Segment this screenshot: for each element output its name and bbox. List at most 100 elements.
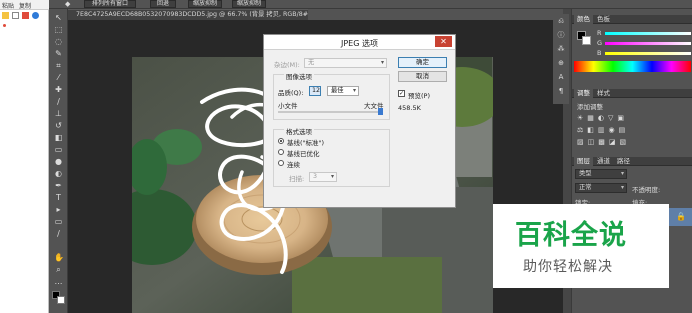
paragraph-panel-icon[interactable]: ¶	[556, 87, 566, 96]
blur-icon[interactable]: ●	[54, 157, 63, 166]
scans-select[interactable]: 3 ▾	[309, 172, 337, 182]
paste-menu-item[interactable]: 粘贴	[2, 3, 14, 9]
lock-icon: 🔒	[676, 212, 686, 221]
matte-label: 杂边(M):	[274, 61, 300, 69]
watermark-tagline: 助你轻松解决	[523, 259, 613, 275]
tab-color[interactable]: 颜色	[574, 15, 593, 24]
quality-slider-track[interactable]	[278, 111, 383, 113]
preview-checkbox[interactable]: ✓	[398, 90, 405, 97]
healing-icon[interactable]: ✚	[54, 85, 63, 94]
matte-value: 无	[308, 59, 315, 66]
chevron-down-icon: ▾	[330, 173, 334, 180]
tools-panel: ↖ ⬚ ◌ ✎ ⌗ ⁄ ✚ ∕ ⊥ ↺ ◧ ▭ ● ◐ ✒ T ▸ ▭ ∕ ✋ …	[49, 9, 68, 313]
tab-channels[interactable]: 通道	[594, 157, 613, 166]
document-tab[interactable]: 7E8C4725A9ECD68B0532070983DCDD5.jpg @ 66…	[68, 9, 308, 20]
blend-mode-select[interactable]: 正常 ▾	[575, 183, 627, 193]
clone-source-icon[interactable]: ⊕	[556, 59, 566, 68]
adjustments-panel-tabs: 调整 样式	[572, 89, 692, 98]
chevron-down-icon: ▾	[380, 59, 384, 66]
file-size-readout: 458.5K	[398, 104, 421, 112]
globe-icon[interactable]	[32, 12, 39, 19]
eyedropper-icon[interactable]: ⁄	[54, 73, 63, 82]
hand-icon[interactable]: ✋	[54, 253, 64, 262]
background-color-swatch[interactable]	[57, 296, 65, 304]
gradient-icon[interactable]: ▭	[54, 145, 63, 154]
format-progressive-label: 连续	[287, 161, 300, 169]
quality-label: 品质(Q):	[278, 89, 304, 97]
quality-input[interactable]: 12	[309, 86, 321, 96]
channel-r-slider[interactable]	[605, 32, 691, 35]
pdf-icon[interactable]	[22, 12, 29, 19]
format-baseline-radio[interactable]	[278, 138, 284, 144]
close-button[interactable]: ✕	[435, 36, 452, 47]
kind-label: 类型	[579, 170, 592, 177]
channel-b-slider[interactable]	[605, 52, 691, 55]
file-icon[interactable]	[12, 12, 19, 19]
marquee-icon[interactable]: ⬚	[54, 25, 63, 34]
layer-kind-filter[interactable]: 类型 ▾	[575, 169, 627, 179]
format-baseline-label: 基线("标准")	[287, 139, 325, 147]
folder-icon[interactable]	[2, 12, 9, 19]
shape-icon[interactable]: ▭	[54, 217, 63, 226]
lasso-icon[interactable]: ◌	[54, 37, 63, 46]
tab-adjustments[interactable]: 调整	[574, 89, 593, 98]
watermark: 百科全说 助你轻松解决	[493, 204, 669, 288]
character-panel-icon[interactable]: A	[556, 73, 566, 82]
dodge-icon[interactable]: ◐	[54, 169, 63, 178]
more-tools-icon[interactable]: …	[54, 277, 63, 286]
zoom-icon[interactable]: ⌕	[54, 265, 63, 274]
ok-button[interactable]: 确定	[398, 57, 447, 68]
blend-mode-value: 正常	[579, 184, 592, 191]
marker-icon	[3, 24, 6, 27]
jpeg-options-dialog: JPEG 选项 ✕ 杂边(M): 无 ▾ 图像选项 品质(Q): 12 最佳 ▾…	[263, 34, 456, 208]
quick-select-icon[interactable]: ✎	[54, 49, 63, 58]
dialog-title: JPEG 选项	[341, 39, 378, 48]
fill-screen-button[interactable]: 缩放抑制	[232, 0, 266, 8]
undo-button[interactable]: 回退	[150, 0, 176, 8]
eraser-icon[interactable]: ◧	[54, 133, 63, 142]
color-spectrum-bar[interactable]	[574, 61, 691, 72]
layers-panel-tabs: 图层 通道 路径	[572, 157, 692, 166]
format-optimized-radio[interactable]	[278, 149, 284, 155]
channel-b-label: B	[597, 49, 602, 57]
chevron-down-icon: ▾	[620, 184, 624, 191]
dialog-titlebar[interactable]: JPEG 选项 ✕	[264, 35, 455, 50]
history-brush-icon[interactable]: ↺	[54, 121, 63, 130]
channel-g-label: G	[597, 39, 603, 47]
ps-tool-preset-icon[interactable]: ◆	[65, 1, 73, 8]
line-tool-icon[interactable]: ∕	[54, 229, 63, 238]
quality-slider-thumb[interactable]	[378, 108, 383, 115]
brush-icon[interactable]: ∕	[54, 97, 63, 106]
type-icon[interactable]: T	[54, 193, 63, 202]
matte-select[interactable]: 无 ▾	[304, 58, 387, 68]
adjustment-icons-grid[interactable]: ☀▦◐▽▣ ⚖◧▥◉▤ ▨◫▩◪▧	[577, 112, 687, 152]
background-window-menu: 粘贴 复制	[0, 0, 49, 10]
move-icon[interactable]: ↖	[54, 13, 63, 22]
tab-swatches[interactable]: 色板	[594, 15, 613, 24]
background-swatch[interactable]	[582, 36, 591, 45]
history-panel-icon[interactable]: ⎌	[556, 17, 566, 26]
background-window: 粘贴 复制	[0, 0, 49, 313]
quality-preset-select[interactable]: 最佳 ▾	[327, 86, 359, 96]
copy-menu-item[interactable]: 复制	[19, 3, 31, 9]
tab-paths[interactable]: 路径	[614, 157, 633, 166]
tab-bar-empty	[308, 9, 563, 20]
cancel-button[interactable]: 取消	[398, 71, 447, 82]
channel-g-slider[interactable]	[605, 42, 691, 45]
tab-layers[interactable]: 图层	[574, 157, 593, 166]
image-options-label: 图像选项	[284, 71, 314, 81]
opacity-label: 不透明度:	[632, 186, 661, 194]
info-panel-icon[interactable]: ⓘ	[556, 31, 566, 40]
tab-styles[interactable]: 样式	[594, 89, 613, 98]
pen-icon[interactable]: ✒	[54, 181, 63, 190]
brush-preset-icon[interactable]: ⁂	[556, 45, 566, 54]
path-select-icon[interactable]: ▸	[54, 205, 63, 214]
arrange-windows-button[interactable]: 排列所有窗口	[84, 0, 136, 8]
crop-icon[interactable]: ⌗	[54, 61, 63, 70]
chevron-down-icon: ▾	[352, 87, 356, 94]
format-progressive-radio[interactable]	[278, 160, 284, 166]
format-options-label: 格式选项	[284, 126, 314, 136]
watermark-brand: 百科全说	[515, 220, 627, 251]
fit-screen-button[interactable]: 缩放抑制	[188, 0, 222, 8]
stamp-icon[interactable]: ⊥	[54, 109, 63, 118]
